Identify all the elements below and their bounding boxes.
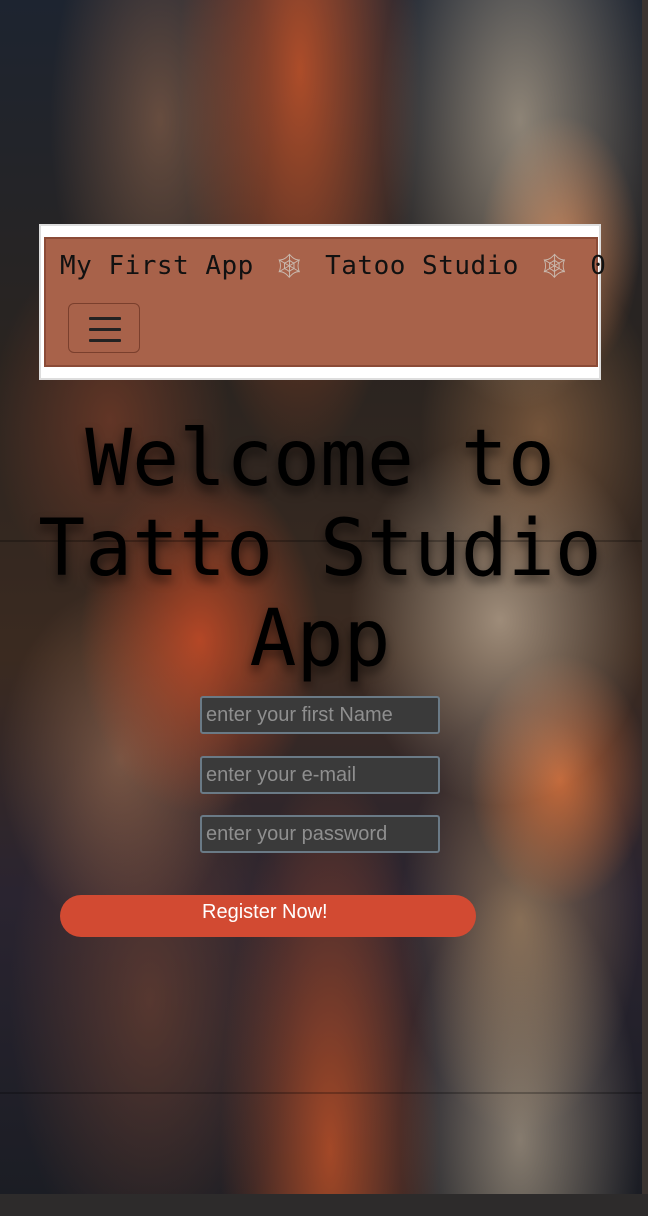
- spider-web-icon: 🕸: [539, 252, 571, 280]
- window-edge: [642, 0, 648, 1216]
- navbar: My First App 🕸 Tatoo Studio 🕸 0: [39, 224, 606, 380]
- password-input[interactable]: [200, 815, 440, 853]
- brand-studio-name[interactable]: Tatoo Studio: [325, 251, 519, 281]
- first-name-input[interactable]: [200, 696, 440, 734]
- brand-counter: 0: [590, 251, 607, 281]
- window-bottom-edge: [0, 1194, 648, 1216]
- navbar-toggle-button[interactable]: [68, 303, 140, 353]
- navbar-panel: My First App 🕸 Tatoo Studio 🕸 0: [44, 237, 606, 367]
- background-seam: [0, 1092, 642, 1094]
- spider-web-icon: 🕸: [274, 252, 305, 280]
- navbar-brand[interactable]: My First App 🕸 Tatoo Studio 🕸 0: [60, 251, 606, 281]
- email-input[interactable]: [200, 756, 440, 794]
- page-title: Welcome to Tatto Studio App: [38, 414, 602, 684]
- brand-app-name[interactable]: My First App: [60, 251, 254, 281]
- register-button[interactable]: Register Now!: [60, 895, 476, 937]
